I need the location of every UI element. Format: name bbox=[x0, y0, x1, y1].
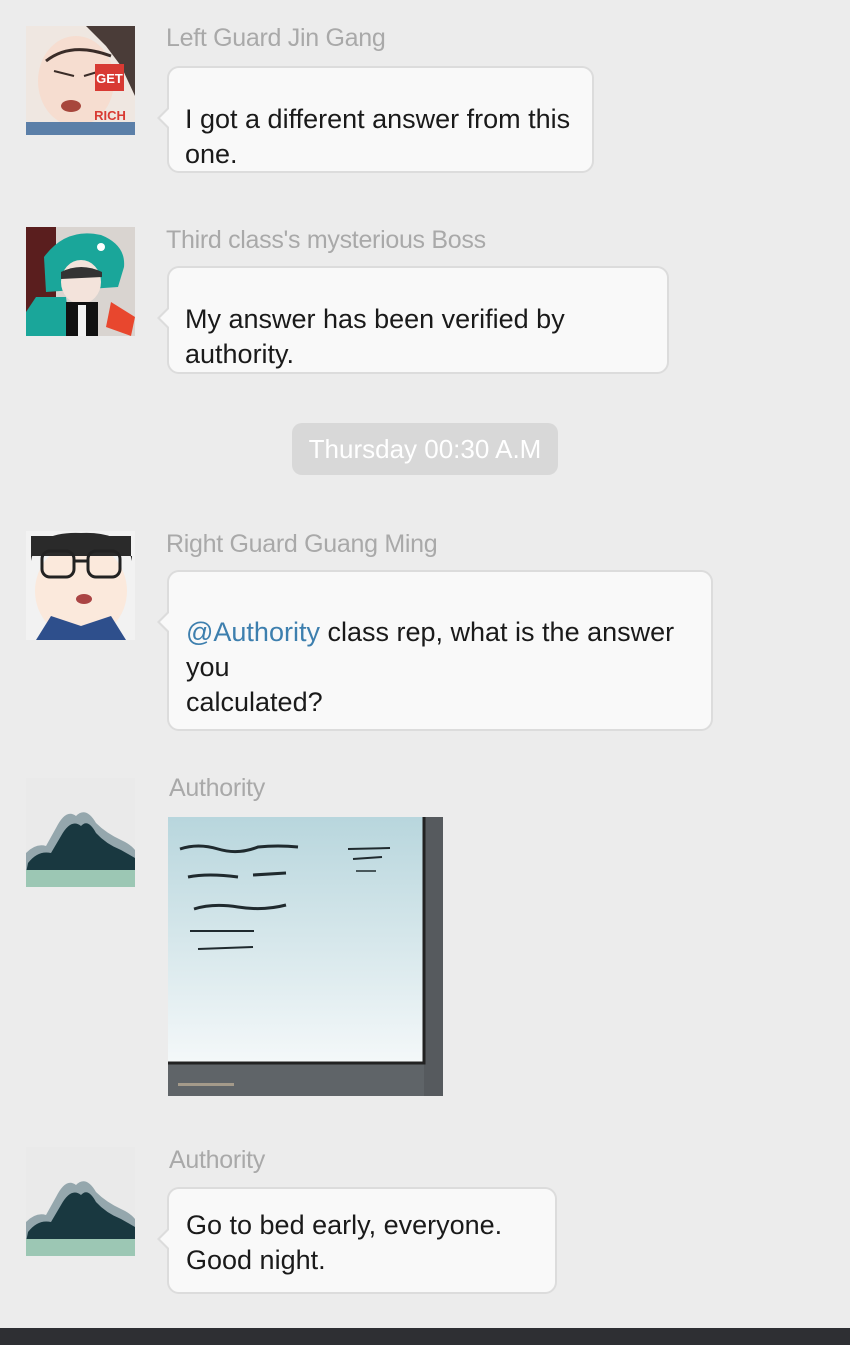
message-text-line1: Go to bed early, everyone. bbox=[186, 1210, 503, 1240]
message-text-line2: Good night. bbox=[186, 1245, 326, 1275]
sender-name: Left Guard Jin Gang bbox=[166, 24, 386, 52]
sender-name: Authority bbox=[169, 774, 265, 802]
sender-name: Authority bbox=[169, 1146, 265, 1174]
message-text: I got a different answer from this one. bbox=[185, 104, 571, 169]
image-attachment[interactable] bbox=[168, 817, 443, 1096]
mention-link[interactable]: @Authority bbox=[186, 617, 320, 647]
message-bubble: @Authority class rep, what is the answer… bbox=[157, 570, 713, 731]
badge-get: GET bbox=[96, 71, 123, 86]
bottom-bar bbox=[0, 1328, 850, 1345]
avatar[interactable]: GET RICH bbox=[26, 26, 135, 135]
avatar[interactable] bbox=[26, 227, 135, 336]
message-bubble: Go to bed early, everyone. Good night. bbox=[157, 1187, 557, 1294]
badge-rich: RICH bbox=[94, 108, 126, 123]
sender-name: Right Guard Guang Ming bbox=[166, 530, 438, 558]
message-bubble: My answer has been verified by authority… bbox=[157, 266, 669, 374]
message-text-line2: calculated? bbox=[186, 687, 323, 717]
message-text: My answer has been verified by authority… bbox=[185, 304, 565, 369]
sender-name: Third class's mysterious Boss bbox=[166, 226, 486, 254]
avatar[interactable] bbox=[26, 531, 135, 640]
avatar[interactable] bbox=[26, 1147, 135, 1256]
timestamp-divider: Thursday 00:30 A.M bbox=[292, 423, 558, 475]
message-bubble: I got a different answer from this one. bbox=[157, 66, 594, 173]
avatar[interactable] bbox=[26, 778, 135, 887]
